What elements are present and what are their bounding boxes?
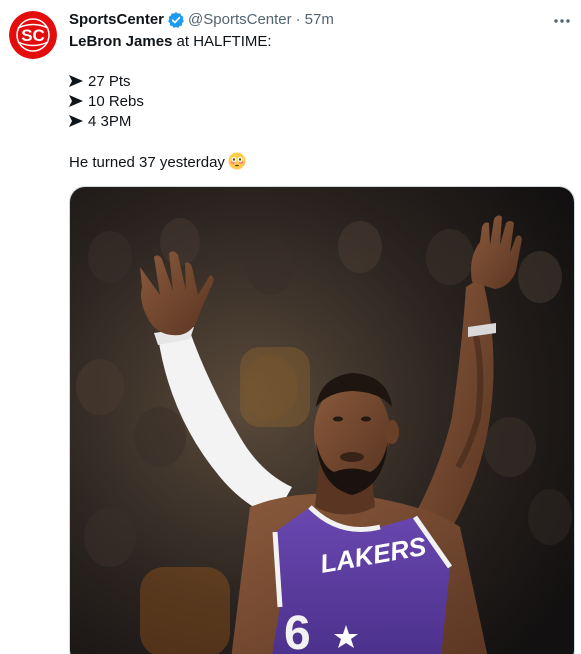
headline-rest: at HALFTIME: — [172, 33, 272, 50]
author-display-name[interactable]: SportsCenter — [69, 10, 164, 30]
tweet-card: SC SportsCenter @SportsCenter · 57m LeBr… — [0, 0, 581, 654]
stat-line: 10 Rebs — [69, 92, 559, 112]
tweet-timestamp[interactable]: 57m — [305, 10, 334, 30]
svg-text:SC: SC — [21, 26, 45, 45]
more-options-icon — [554, 19, 570, 23]
jersey-number: 6 — [284, 607, 311, 654]
right-arrow-icon — [69, 95, 83, 107]
tweet-photo[interactable]: LAKERS 6 — [69, 186, 575, 654]
stat-text: 4 3PM — [88, 113, 132, 130]
stat-line: 27 Pts — [69, 72, 559, 92]
player-name: LeBron James — [69, 33, 173, 50]
sportscenter-logo-icon: SC — [9, 11, 57, 59]
lebron-photo: LAKERS 6 — [70, 187, 574, 654]
stat-text: 27 Pts — [88, 73, 131, 90]
more-options-button[interactable] — [552, 11, 572, 31]
author-avatar[interactable]: SC — [9, 11, 57, 59]
author-handle[interactable]: @SportsCenter — [188, 10, 292, 30]
flushed-face-emoji-icon — [228, 152, 246, 170]
right-arrow-icon — [69, 115, 83, 127]
closing-line: He turned 37 yesterday — [69, 152, 559, 172]
stat-line: 4 3PM — [69, 112, 559, 132]
closing-text: He turned 37 yesterday — [69, 154, 225, 171]
tweet-header: SportsCenter @SportsCenter · 57m — [69, 10, 334, 30]
stat-text: 10 Rebs — [88, 93, 144, 110]
tweet-headline: LeBron James at HALFTIME: — [69, 32, 559, 52]
right-arrow-icon — [69, 75, 83, 87]
header-separator: · — [295, 11, 301, 28]
verified-badge-icon — [168, 12, 184, 29]
tweet-text: LeBron James at HALFTIME: 27 Pts 10 Rebs… — [69, 32, 559, 172]
